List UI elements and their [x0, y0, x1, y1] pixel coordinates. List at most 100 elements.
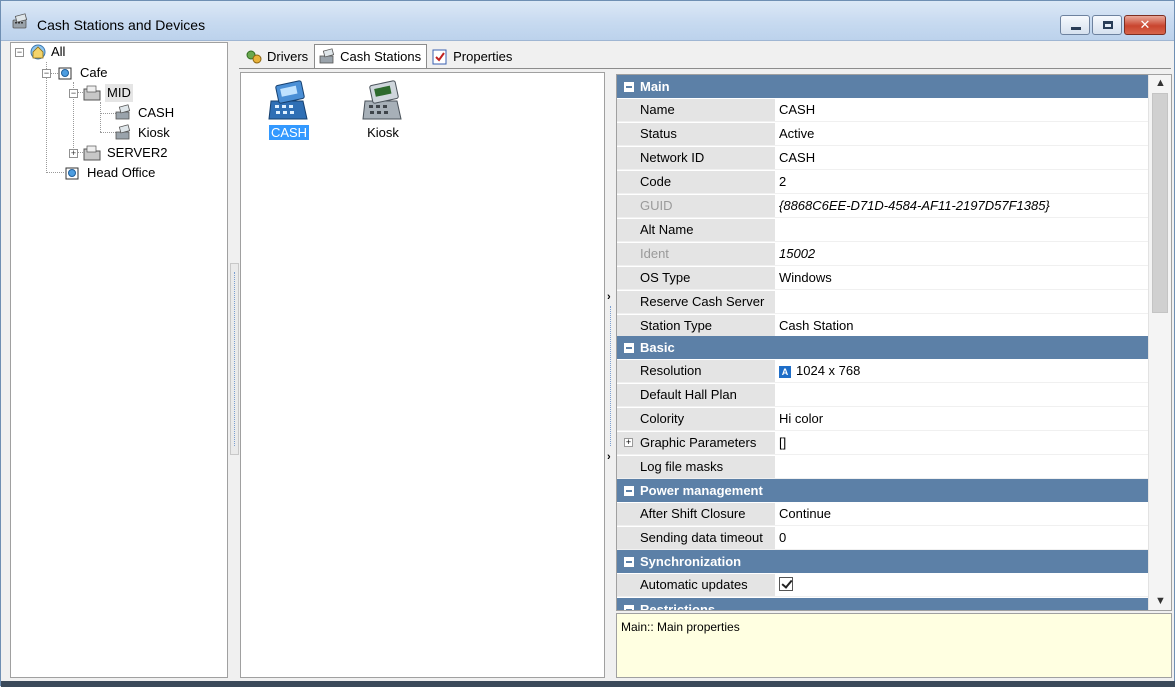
properties-splitter[interactable]: [606, 286, 615, 466]
collapse-icon[interactable]: [624, 82, 634, 92]
property-grid[interactable]: Main Name CASH Status Active Network ID …: [616, 74, 1172, 611]
property-row[interactable]: GUID {8868C6EE-D71D-4584-AF11-2197D57F13…: [617, 195, 1148, 218]
property-name: Name: [617, 99, 775, 121]
property-row[interactable]: Name CASH: [617, 99, 1148, 122]
expand-icon[interactable]: +: [624, 438, 633, 447]
category-label: Restrictions: [640, 602, 716, 611]
property-row[interactable]: Automatic updates: [617, 574, 1148, 597]
folder-icon: [83, 85, 101, 101]
category-main[interactable]: Main: [617, 75, 1148, 98]
tree-label: SERVER2: [107, 145, 168, 160]
station-item-kiosk[interactable]: Kiosk: [343, 79, 423, 140]
collapse-icon[interactable]: −: [42, 69, 51, 78]
close-icon: ✕: [1139, 17, 1151, 32]
property-row[interactable]: Station Type Cash Station: [617, 315, 1148, 338]
property-row[interactable]: Status Active: [617, 123, 1148, 146]
property-row[interactable]: Alt Name: [617, 219, 1148, 242]
property-row[interactable]: After Shift Closure Continue: [617, 503, 1148, 526]
property-value[interactable]: [776, 456, 1148, 478]
property-value[interactable]: 0: [776, 527, 1148, 549]
property-value[interactable]: []: [776, 432, 1148, 454]
property-value[interactable]: Hi color: [776, 408, 1148, 430]
property-name: Station Type: [617, 315, 775, 337]
window-controls: ✕: [1058, 15, 1166, 37]
property-value[interactable]: [776, 219, 1148, 241]
maximize-button[interactable]: [1092, 15, 1122, 35]
scroll-down-icon[interactable]: ▼: [1149, 593, 1171, 610]
property-value[interactable]: Windows: [776, 267, 1148, 289]
bottom-edge: [1, 681, 1175, 687]
property-name: After Shift Closure: [617, 503, 775, 525]
collapse-icon[interactable]: −: [15, 48, 24, 57]
property-name: Colority: [617, 408, 775, 430]
property-row[interactable]: Ident 15002: [617, 243, 1148, 266]
view-tabs: Drivers Cash Stations Properties: [241, 44, 518, 69]
property-value[interactable]: 2: [776, 171, 1148, 193]
tree-label: Cafe: [80, 65, 108, 80]
collapse-icon[interactable]: [624, 486, 634, 496]
folder-icon: [83, 145, 101, 161]
property-value[interactable]: CASH: [776, 99, 1148, 121]
property-row[interactable]: Colority Hi color: [617, 408, 1148, 431]
location-icon: [58, 67, 72, 80]
tree-label: MID: [105, 84, 133, 102]
tab-label: Properties: [453, 49, 513, 64]
maximize-icon: [1103, 21, 1113, 29]
property-name: Ident: [617, 243, 775, 265]
cash-register-icon: [115, 104, 131, 120]
property-name-text: Graphic Parameters: [640, 435, 757, 450]
tree-label: All: [51, 44, 66, 59]
tree-splitter[interactable]: [230, 263, 239, 455]
collapse-icon[interactable]: [624, 343, 634, 353]
minimize-button[interactable]: [1060, 15, 1090, 35]
property-row[interactable]: Log file masks: [617, 456, 1148, 479]
property-value[interactable]: Cash Station: [776, 315, 1148, 337]
property-row[interactable]: Default Hall Plan: [617, 384, 1148, 407]
scroll-up-icon[interactable]: ▲: [1149, 75, 1171, 92]
category-basic[interactable]: Basic: [617, 336, 1148, 359]
property-value[interactable]: [776, 384, 1148, 406]
tab-drivers[interactable]: Drivers: [241, 44, 314, 69]
property-value[interactable]: [776, 291, 1148, 313]
property-value[interactable]: [776, 574, 1148, 596]
station-tree[interactable]: − All − Cafe − MID CASH Kiosk + SERVER2 …: [10, 42, 228, 678]
property-row[interactable]: Code 2: [617, 171, 1148, 194]
category-power-management[interactable]: Power management: [617, 479, 1148, 502]
property-row[interactable]: Network ID CASH: [617, 147, 1148, 170]
cash-register-icon: [12, 13, 28, 29]
collapse-icon[interactable]: −: [69, 89, 78, 98]
property-value[interactable]: Active: [776, 123, 1148, 145]
category-label: Synchronization: [640, 554, 742, 569]
property-value[interactable]: Continue: [776, 503, 1148, 525]
automatic-updates-checkbox[interactable]: [779, 577, 793, 591]
tab-cash-stations[interactable]: Cash Stations: [314, 44, 428, 69]
property-row[interactable]: Reserve Cash Server: [617, 291, 1148, 314]
property-row[interactable]: + Graphic Parameters []: [617, 432, 1148, 455]
property-scrollbar[interactable]: ▲ ▼: [1148, 75, 1171, 610]
property-value[interactable]: CASH: [776, 147, 1148, 169]
scroll-thumb[interactable]: [1152, 93, 1168, 313]
expand-icon[interactable]: +: [69, 149, 78, 158]
cash-register-icon: [319, 47, 335, 63]
category-synchronization[interactable]: Synchronization: [617, 550, 1148, 573]
property-name: Status: [617, 123, 775, 145]
close-button[interactable]: ✕: [1124, 15, 1166, 35]
property-value-text: 1024 x 768: [796, 363, 861, 378]
cash-stations-list[interactable]: CASH Kiosk: [240, 72, 605, 678]
tab-properties[interactable]: Properties: [427, 44, 518, 69]
collapse-icon[interactable]: [624, 557, 634, 567]
property-name: Alt Name: [617, 219, 775, 241]
property-value[interactable]: A 1024 x 768: [776, 360, 1148, 382]
cash-register-icon: [115, 124, 131, 140]
property-row[interactable]: Sending data timeout 0: [617, 527, 1148, 550]
station-item-cash[interactable]: CASH: [249, 79, 329, 140]
collapse-icon[interactable]: [624, 605, 634, 610]
collapse-arrow-icon[interactable]: ›: [607, 291, 611, 303]
category-label: Main: [640, 79, 670, 94]
property-row[interactable]: OS Type Windows: [617, 267, 1148, 290]
station-label: CASH: [268, 125, 310, 140]
help-text: Main:: Main properties: [621, 620, 740, 634]
category-restrictions[interactable]: Restrictions: [617, 598, 1148, 611]
property-row[interactable]: Resolution A 1024 x 768: [617, 360, 1148, 383]
collapse-arrow-icon[interactable]: ›: [607, 451, 611, 463]
